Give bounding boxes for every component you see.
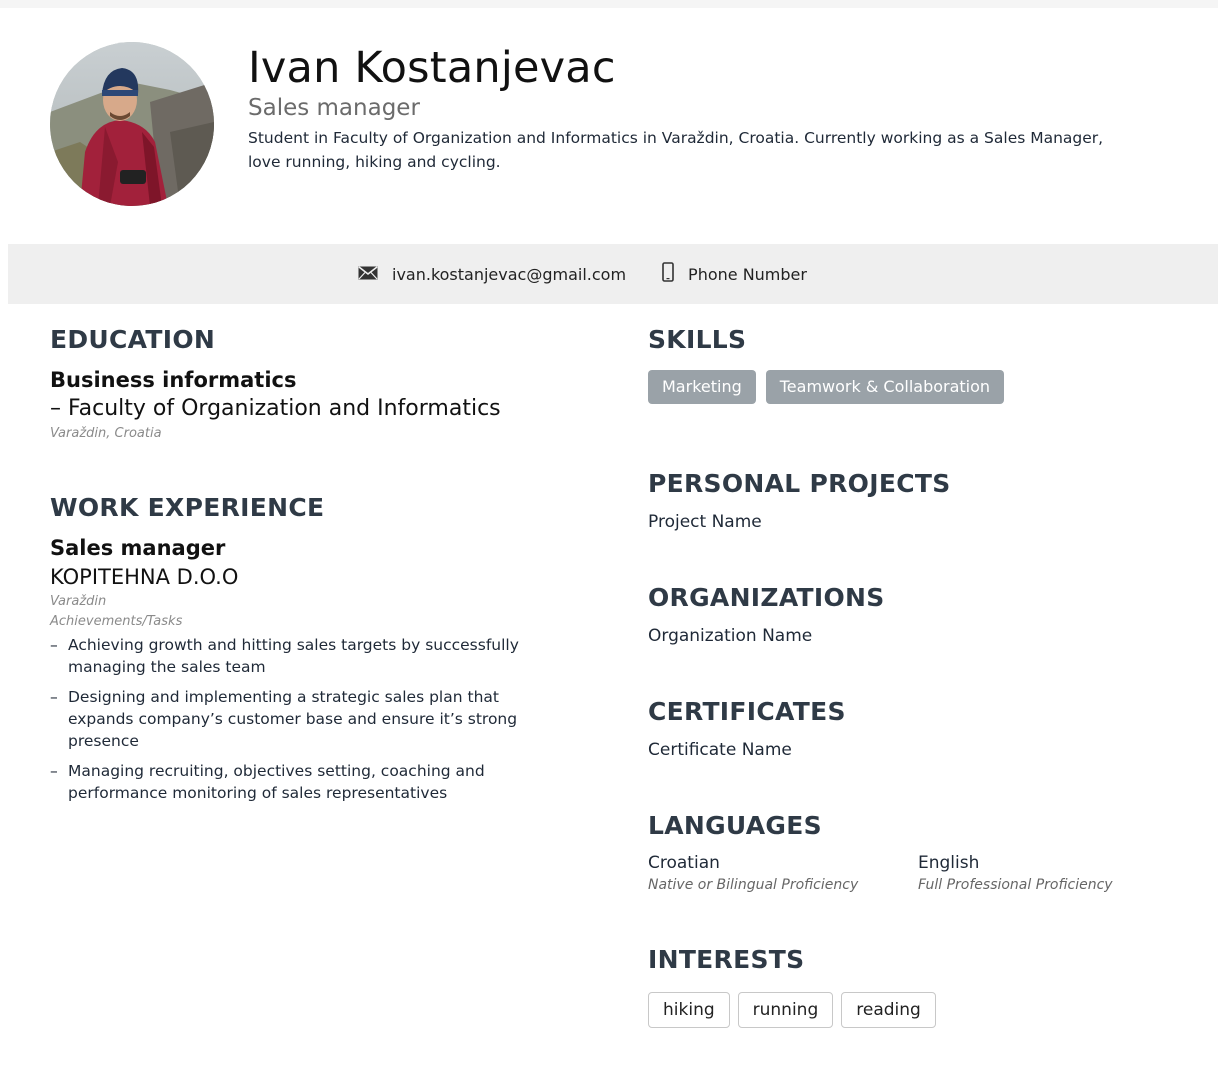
interest-tag: running <box>737 992 834 1028</box>
language-item: English Full Professional Proficiency <box>918 852 1188 896</box>
education-title: EDUCATION <box>50 325 216 354</box>
task-item: – Designing and implementing a strategic … <box>50 686 558 752</box>
task-text: Managing recruiting, objectives setting,… <box>68 762 485 802</box>
mobile-phone-icon <box>662 262 674 286</box>
email-text: ivan.kostanjevac@gmail.com <box>392 264 627 284</box>
contact-email[interactable]: ivan.kostanjevac@gmail.com <box>358 265 626 284</box>
resume-header: Ivan Kostanjevac Sales manager Student i… <box>50 42 1190 212</box>
language-name: Croatian <box>648 853 720 873</box>
tasks-label: Achievements/Tasks <box>50 614 183 629</box>
language-level: Native or Bilingual Proficiency <box>648 877 859 893</box>
certificate-name: Certificate Name <box>648 740 792 760</box>
education-location: Varaždin, Croatia <box>50 426 162 441</box>
avatar <box>50 42 214 206</box>
language-level: Full Professional Proficiency <box>918 877 1113 893</box>
bullet-dash: – <box>50 762 58 780</box>
skills-section: SKILLS Marketing Teamwork & Collaboratio… <box>648 322 1188 404</box>
interest-tag: hiking <box>648 992 730 1028</box>
interests-title: INTERESTS <box>648 945 805 974</box>
bullet-dash: – <box>50 688 58 706</box>
right-column: SKILLS Marketing Teamwork & Collaboratio… <box>648 322 1188 1028</box>
languages-title: LANGUAGES <box>648 811 822 840</box>
contact-phone[interactable]: Phone Number <box>662 262 807 286</box>
work-experience-section: WORK EXPERIENCE Sales manager KOPITEHNA … <box>50 490 590 804</box>
company-name: KOPITEHNA D.O.O <box>50 565 239 589</box>
top-strip <box>0 0 1218 8</box>
certificates-section: CERTIFICATES Certificate Name <box>648 694 1188 762</box>
task-list: – Achieving growth and hitting sales targ… <box>50 634 590 804</box>
organizations-section: ORGANIZATIONS Organization Name <box>648 580 1188 648</box>
education-school: – Faculty of Organization and Informatic… <box>50 396 501 421</box>
organization-name: Organization Name <box>648 626 813 646</box>
header-text: Ivan Kostanjevac Sales manager Student i… <box>248 42 1148 174</box>
skills-title: SKILLS <box>648 325 747 354</box>
personal-projects-title: PERSONAL PROJECTS <box>648 469 951 498</box>
certificates-title: CERTIFICATES <box>648 697 846 726</box>
task-text: Designing and implementing a strategic s… <box>68 688 518 750</box>
language-name: English <box>918 853 980 873</box>
organizations-title: ORGANIZATIONS <box>648 583 885 612</box>
interests-section: INTERESTS hiking running reading <box>648 942 1188 1028</box>
phone-text: Phone Number <box>688 264 807 284</box>
language-list: Croatian Native or Bilingual Proficiency… <box>648 852 1188 896</box>
skill-tag-list: Marketing Teamwork & Collaboration <box>648 370 1188 404</box>
task-text: Achieving growth and hitting sales targe… <box>68 636 519 676</box>
interest-tag-list: hiking running reading <box>648 992 1188 1028</box>
education-degree: Business informatics <box>50 368 297 392</box>
envelope-icon <box>358 265 378 284</box>
languages-section: LANGUAGES Croatian Native or Bilingual P… <box>648 808 1188 896</box>
job-title: Sales manager <box>50 536 226 560</box>
person-name: Ivan Kostanjevac <box>248 43 616 93</box>
task-item: – Managing recruiting, objectives setting… <box>50 760 558 804</box>
person-role: Sales manager <box>248 95 420 121</box>
work-experience-title: WORK EXPERIENCE <box>50 493 325 522</box>
skill-tag: Teamwork & Collaboration <box>765 370 1005 404</box>
job-location: Varaždin <box>50 594 107 609</box>
skill-tag: Marketing <box>648 370 756 404</box>
avatar-photo <box>50 42 214 206</box>
person-summary: Student in Faculty of Organization and I… <box>248 129 1104 171</box>
resume-page: Ivan Kostanjevac Sales manager Student i… <box>0 0 1218 1075</box>
contact-list: ivan.kostanjevac@gmail.com Phone Number <box>358 244 807 304</box>
project-name: Project Name <box>648 512 762 532</box>
education-section: EDUCATION Business informatics – Faculty… <box>50 322 590 444</box>
bullet-dash: – <box>50 636 58 654</box>
left-column: EDUCATION Business informatics – Faculty… <box>50 322 590 812</box>
interest-tag: reading <box>841 992 936 1028</box>
contact-bar: ivan.kostanjevac@gmail.com Phone Number <box>8 244 1218 304</box>
task-item: – Achieving growth and hitting sales targ… <box>50 634 558 678</box>
language-item: Croatian Native or Bilingual Proficiency <box>648 852 918 896</box>
personal-projects-section: PERSONAL PROJECTS Project Name <box>648 466 1188 534</box>
